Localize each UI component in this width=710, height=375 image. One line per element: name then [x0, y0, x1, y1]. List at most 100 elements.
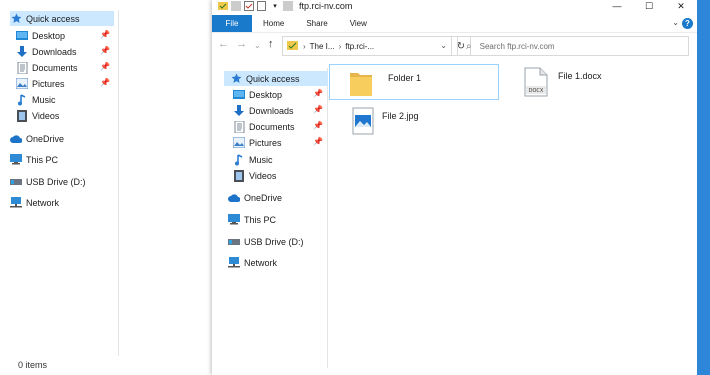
nav-item-quick-access[interactable]: Quick access [224, 71, 328, 86]
nav-item-label: Documents [249, 121, 295, 132]
search-input[interactable]: ⌕ Search ftp.rci-nv.com [457, 36, 689, 56]
navigation-pane: Quick access Desktop 📌 Downloads 📌 Docum… [10, 10, 119, 356]
folder-properties-icon[interactable] [218, 1, 228, 11]
nav-item-this-pc[interactable]: This PC [228, 212, 327, 227]
nav-item-usb-drive[interactable]: USB Drive (D:) [10, 174, 114, 189]
file-name: File 2.jpg [382, 111, 419, 121]
nav-item-label: Pictures [32, 78, 65, 89]
pin-icon: 📌 [100, 30, 110, 39]
desktop-folder-icon [16, 30, 28, 42]
desktop-folder-icon [233, 89, 245, 101]
tab-share[interactable]: Share [295, 15, 338, 32]
file-name: File 1.docx [558, 71, 602, 81]
cloud-icon [10, 133, 22, 145]
file-type-badge: DOCX [529, 88, 544, 94]
nav-item-label: USB Drive (D:) [26, 176, 86, 187]
maximize-button[interactable]: ☐ [633, 0, 665, 12]
nav-item-label: Videos [249, 170, 277, 181]
nav-item-desktop[interactable]: Desktop 📌 [233, 87, 327, 102]
toolbar-divider [231, 1, 241, 11]
videos-icon [233, 169, 245, 182]
nav-item-usb-drive[interactable]: USB Drive (D:) [228, 234, 327, 249]
nav-item-quick-access[interactable]: Quick access [10, 11, 114, 26]
ribbon-tabs: File Home Share View ⌄ ? [212, 15, 697, 33]
file-item-folder-1[interactable]: Folder 1 [329, 64, 499, 100]
usb-drive-icon [228, 236, 240, 248]
nav-item-downloads[interactable]: Downloads 📌 [16, 44, 114, 59]
up-arrow-icon[interactable]: ↑ [268, 38, 274, 50]
download-arrow-icon [16, 45, 28, 58]
file-item-file-1-docx[interactable]: DOCX File 1.docx [524, 67, 684, 101]
nav-item-label: Downloads [249, 105, 294, 116]
pin-icon: 📌 [100, 46, 110, 55]
nav-item-label: Videos [32, 110, 60, 121]
network-icon [10, 197, 22, 209]
address-row: ← → ⌄ ↑ › The I... › ftp.rci-... ⌄ ↻ ⌕ S… [212, 33, 697, 57]
nav-item-label: Network [26, 197, 60, 208]
checkbox-icon[interactable] [244, 1, 254, 11]
desktop-background-edge [697, 0, 710, 375]
network-icon [228, 257, 240, 269]
quick-access-toolbar: ▾ [218, 1, 293, 11]
nav-item-downloads[interactable]: Downloads 📌 [233, 103, 327, 118]
nav-item-label: OneDrive [244, 192, 283, 203]
tab-file[interactable]: File [212, 15, 252, 32]
nav-item-label: Network [244, 257, 278, 268]
title-bar[interactable]: ▾ ftp.rci-nv.com — ☐ ✕ [212, 0, 697, 12]
pin-icon: 📌 [313, 105, 323, 114]
navigation-pane: Quick access Desktop 📌 Downloads 📌 Docum… [224, 68, 328, 368]
cloud-icon [228, 192, 240, 204]
image-file-icon [352, 107, 384, 139]
pin-icon: 📌 [100, 78, 110, 87]
breadcrumb-item[interactable]: ftp.rci-... [345, 42, 374, 51]
nav-item-pictures[interactable]: Pictures 📌 [233, 135, 327, 150]
tab-home[interactable]: Home [252, 15, 295, 32]
nav-item-network[interactable]: Network [10, 195, 114, 210]
nav-item-onedrive[interactable]: OneDrive [10, 131, 114, 146]
background-explorer-window[interactable]: Quick access Desktop 📌 Downloads 📌 Docum… [0, 0, 212, 375]
file-name: Folder 1 [388, 73, 422, 83]
nav-item-music[interactable]: Music [16, 92, 114, 107]
nav-item-this-pc[interactable]: This PC [10, 152, 114, 167]
nav-item-label: Pictures [249, 137, 282, 148]
minimize-button[interactable]: — [601, 0, 633, 12]
address-bar[interactable]: › The I... › ftp.rci-... ⌄ [282, 36, 452, 56]
search-icon: ⌕ [466, 40, 472, 52]
new-folder-icon[interactable] [257, 1, 267, 11]
customize-toolbar-chevron-icon[interactable]: ▾ [270, 1, 280, 11]
recent-locations-chevron-icon[interactable]: ⌄ [254, 41, 261, 50]
nav-item-desktop[interactable]: Desktop 📌 [16, 28, 114, 43]
explorer-window[interactable]: ▾ ftp.rci-nv.com — ☐ ✕ File Home Share V… [212, 0, 697, 375]
expand-ribbon-chevron-icon[interactable]: ⌄ [672, 18, 679, 27]
music-note-icon [16, 93, 28, 106]
forward-arrow-icon[interactable]: → [236, 38, 247, 50]
nav-item-label: Music [249, 154, 273, 165]
ftp-location-icon [287, 40, 299, 52]
nav-item-music[interactable]: Music [233, 152, 327, 167]
nav-item-documents[interactable]: Documents 📌 [16, 60, 114, 75]
tab-view[interactable]: View [339, 15, 378, 32]
toolbar-divider [283, 1, 293, 11]
nav-item-videos[interactable]: Videos [233, 168, 327, 183]
documents-icon [233, 120, 245, 133]
breadcrumb-item[interactable]: The I... [310, 42, 335, 51]
nav-item-onedrive[interactable]: OneDrive [228, 190, 327, 205]
nav-item-label: Downloads [32, 46, 77, 57]
nav-item-label: This PC [26, 154, 59, 165]
music-note-icon [233, 153, 245, 166]
close-button[interactable]: ✕ [665, 0, 697, 12]
pin-icon: 📌 [313, 89, 323, 98]
search-placeholder: Search ftp.rci-nv.com [479, 41, 555, 51]
file-item-file-2-jpg[interactable]: File 2.jpg [352, 107, 512, 141]
address-dropdown-icon[interactable]: ⌄ [440, 41, 447, 50]
breadcrumb-separator-icon: › [338, 41, 342, 51]
nav-item-label: Desktop [32, 30, 66, 41]
help-icon[interactable]: ? [682, 18, 693, 29]
nav-item-network[interactable]: Network [228, 255, 327, 270]
back-arrow-icon[interactable]: ← [218, 38, 229, 50]
nav-item-pictures[interactable]: Pictures 📌 [16, 76, 114, 91]
download-arrow-icon [233, 104, 245, 117]
nav-item-videos[interactable]: Videos [16, 108, 114, 123]
nav-item-documents[interactable]: Documents 📌 [233, 119, 327, 134]
file-list: Folder 1 DOCX File 1.docx File 2.jpg [329, 63, 697, 375]
